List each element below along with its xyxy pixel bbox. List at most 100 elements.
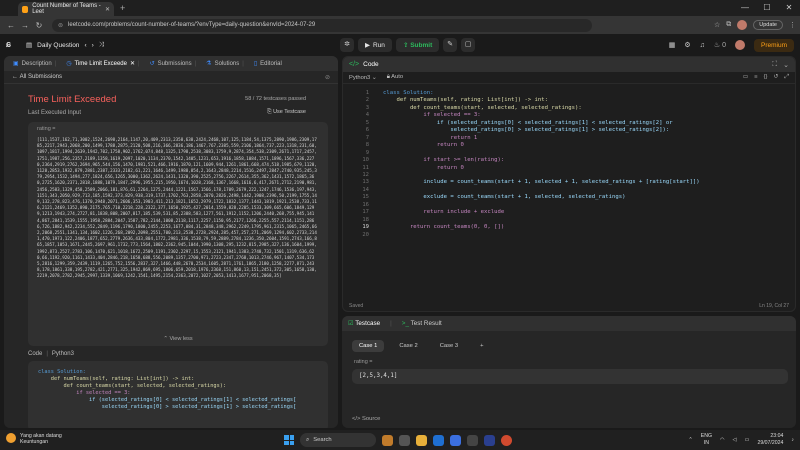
- code-line[interactable]: return 1: [383, 135, 477, 141]
- code-line[interactable]: def count_teams(start, selected, selecte…: [383, 105, 582, 111]
- premium-button[interactable]: Premium: [753, 38, 794, 52]
- menu-icon[interactable]: ⋮: [789, 21, 796, 29]
- chrome-icon[interactable]: [501, 434, 512, 446]
- view-less-button[interactable]: ⌃ View less: [28, 332, 328, 346]
- expand-icon[interactable]: ⤢: [784, 74, 789, 81]
- case-3-tab[interactable]: Case 3: [433, 340, 465, 352]
- testcase-input[interactable]: [2,5,3,4,1]: [352, 369, 788, 384]
- browser-tab[interactable]: Count Number of Teams - Leet ✕: [18, 2, 114, 16]
- language-indicator[interactable]: ENG IN: [701, 433, 712, 446]
- tab-testcase[interactable]: ☑ Testcase: [348, 320, 380, 327]
- tab-solutions[interactable]: ⚗ Solutions |: [201, 60, 249, 68]
- code-line[interactable]: return include + exclude: [383, 209, 504, 215]
- notes-icon[interactable]: ✎: [443, 38, 458, 52]
- weather-widget[interactable]: Yang akan datang Keuntungan: [6, 433, 62, 445]
- all-submissions-link[interactable]: All Submissions: [20, 74, 62, 80]
- shuffle-icon[interactable]: ⤨: [99, 41, 104, 49]
- code-line[interactable]: if selected == 3:: [383, 112, 480, 118]
- autocomplete-toggle[interactable]: 🔒︎ Auto: [387, 74, 403, 81]
- tray-chevron-icon[interactable]: ⌃: [688, 437, 692, 443]
- volume-icon[interactable]: ◁: [733, 437, 737, 443]
- update-button[interactable]: Update: [753, 20, 783, 30]
- code-line[interactable]: if start >= len(rating):: [383, 157, 504, 163]
- streak-counter[interactable]: ♨ 0: [714, 41, 726, 49]
- code-line[interactable]: return 0: [383, 165, 464, 171]
- notifications-icon[interactable]: ♫: [700, 42, 705, 49]
- collapse-panel-icon[interactable]: ⌄: [783, 61, 789, 69]
- code-line[interactable]: selected_ratings[0] > selected_ratings[1…: [383, 127, 669, 133]
- settings-icon[interactable]: ⚙: [684, 41, 690, 49]
- tab-editorial[interactable]: ▯ Editorial: [249, 60, 287, 68]
- tab-description[interactable]: ▣ Description |: [8, 60, 61, 68]
- tab-test-result[interactable]: >_ Test Result: [402, 320, 442, 327]
- close-tab-icon[interactable]: ✕: [130, 60, 135, 67]
- notification-bell-icon[interactable]: ♪: [791, 437, 794, 443]
- clock[interactable]: 23:04 29/07/2024: [757, 433, 783, 446]
- code-line[interactable]: return count_teams(0, 0, []): [383, 224, 504, 230]
- leetcode-logo-icon[interactable]: ɕ: [6, 39, 16, 51]
- code-line[interactable]: if (selected_ratings[0] < selected_ratin…: [383, 120, 673, 126]
- language-select[interactable]: Python3 ⌄: [349, 75, 377, 81]
- line-number: 3: [365, 104, 369, 111]
- battery-icon[interactable]: ▭: [745, 437, 750, 443]
- reset-icon[interactable]: ↺: [774, 74, 779, 81]
- add-case-button[interactable]: +: [473, 340, 490, 352]
- next-problem-icon[interactable]: ›: [92, 42, 94, 49]
- edge-icon[interactable]: [433, 434, 444, 446]
- share-link-icon[interactable]: ⊘: [325, 74, 330, 81]
- line-number: 6: [365, 127, 369, 134]
- layout-icon[interactable]: ▦: [669, 41, 676, 49]
- case-2-tab[interactable]: Case 2: [392, 340, 424, 352]
- taskbar-search[interactable]: ⌕ Search: [300, 433, 376, 447]
- file-explorer-icon[interactable]: [416, 434, 427, 446]
- start-windows-icon[interactable]: [284, 435, 294, 445]
- notes-icon[interactable]: ▭: [743, 74, 748, 81]
- close-window-icon[interactable]: ✕: [778, 0, 800, 16]
- task-view-icon[interactable]: [399, 434, 410, 446]
- back-icon[interactable]: ←: [4, 21, 18, 30]
- extensions-icon[interactable]: ⧉: [726, 21, 731, 29]
- problem-list-title[interactable]: Daily Question: [37, 42, 79, 49]
- submit-button[interactable]: ⇪ Submit: [395, 38, 440, 52]
- line-number: 7: [365, 134, 369, 141]
- widget-icon[interactable]: [382, 434, 393, 446]
- reload-icon[interactable]: ↻: [32, 21, 46, 30]
- code-line[interactable]: include = count_teams(start + 1, selecte…: [383, 179, 699, 185]
- user-avatar[interactable]: [734, 40, 745, 50]
- problem-list-icon[interactable]: ▤: [26, 41, 32, 49]
- line-number: 16: [362, 201, 369, 208]
- store-icon[interactable]: [450, 434, 461, 446]
- code-area[interactable]: class Solution: def numTeams(self, ratin…: [383, 90, 700, 232]
- code-line[interactable]: class Solution:: [383, 90, 434, 96]
- case-1-tab[interactable]: Case 1: [352, 340, 385, 352]
- app-icon[interactable]: [467, 434, 478, 446]
- prev-problem-icon[interactable]: ‹: [84, 42, 86, 49]
- run-button[interactable]: ▶ Run: [358, 38, 392, 52]
- debug-icon[interactable]: ✲: [340, 38, 354, 52]
- format-icon[interactable]: ≡: [754, 74, 757, 81]
- tab-result[interactable]: ◷ Time Limit Exceede ✕ |: [61, 60, 144, 68]
- site-info-icon[interactable]: ⊜: [58, 22, 63, 29]
- braces-icon[interactable]: {}: [764, 74, 768, 81]
- code-line: def numTeams(self, rating: List[int]) ->…: [38, 376, 195, 382]
- forward-icon[interactable]: →: [18, 21, 32, 30]
- tab-submissions[interactable]: ↺ Submissions |: [145, 60, 202, 68]
- line-number: 18: [362, 216, 369, 223]
- maximize-panel-icon[interactable]: ⛶: [772, 61, 777, 69]
- code-line[interactable]: exclude = count_teams(start + 1, selecte…: [383, 194, 625, 200]
- url-field[interactable]: ⊜ leetcode.com/problems/count-number-of-…: [52, 18, 592, 32]
- close-tab-icon[interactable]: ✕: [105, 6, 110, 13]
- maximize-icon[interactable]: ☐: [756, 0, 778, 16]
- app-icon[interactable]: [484, 434, 495, 446]
- code-line[interactable]: def numTeams(self, rating: List[int]) ->…: [383, 97, 548, 103]
- star-icon[interactable]: ☆: [714, 21, 720, 29]
- wifi-icon[interactable]: ◠: [720, 437, 725, 443]
- whiteboard-icon[interactable]: ▢: [461, 38, 476, 52]
- code-line[interactable]: return 0: [383, 142, 464, 148]
- source-button[interactable]: </> Source: [352, 416, 380, 422]
- new-tab-button[interactable]: +: [120, 3, 125, 13]
- profile-avatar[interactable]: [737, 20, 748, 30]
- use-testcase-button[interactable]: ⎘ Use Testcase: [267, 109, 306, 116]
- minimize-icon[interactable]: —: [734, 0, 756, 16]
- back-arrow-icon[interactable]: ←: [12, 74, 20, 80]
